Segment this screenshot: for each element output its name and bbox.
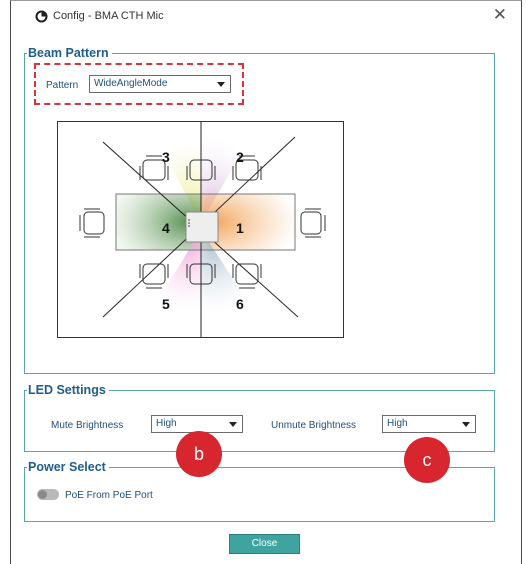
window-title: Config - BMA CTH Mic bbox=[53, 10, 164, 22]
beam-pattern-legend: Beam Pattern bbox=[28, 46, 109, 60]
annotation-badge-c: c bbox=[404, 437, 450, 483]
title-bar: Config - BMA CTH Mic ✕ bbox=[11, 1, 521, 27]
zone-label-3: 3 bbox=[162, 149, 170, 165]
unmute-brightness-label: Unmute Brightness bbox=[271, 420, 357, 431]
microphone-device bbox=[185, 211, 219, 243]
chevron-down-icon bbox=[229, 422, 237, 427]
poe-toggle[interactable] bbox=[37, 489, 59, 500]
mute-brightness-label: Mute Brightness bbox=[51, 420, 124, 431]
zone-label-6: 6 bbox=[236, 296, 244, 312]
unmute-brightness-select[interactable]: High bbox=[382, 415, 476, 433]
led-settings-legend: LED Settings bbox=[28, 383, 106, 397]
pattern-select[interactable]: WideAngleMode bbox=[89, 75, 231, 93]
zone-label-1: 1 bbox=[236, 220, 244, 236]
pattern-label: Pattern bbox=[46, 80, 79, 91]
chevron-down-icon bbox=[217, 82, 225, 87]
power-select-legend: Power Select bbox=[28, 460, 106, 474]
annotation-badge-b: b bbox=[176, 431, 222, 477]
beam-pattern-diagram: 3 2 4 1 5 6 bbox=[57, 121, 344, 338]
pattern-select-value: WideAngleMode bbox=[94, 78, 168, 89]
chevron-down-icon bbox=[462, 422, 470, 427]
zone-label-5: 5 bbox=[162, 296, 170, 312]
zone-label-4: 4 bbox=[162, 220, 170, 236]
close-icon[interactable]: ✕ bbox=[493, 6, 507, 24]
toggle-knob bbox=[38, 490, 47, 499]
close-button[interactable]: Close bbox=[229, 534, 300, 554]
app-icon bbox=[35, 10, 48, 23]
unmute-brightness-value: High bbox=[387, 418, 408, 429]
zone-label-2: 2 bbox=[236, 149, 244, 165]
mute-brightness-value: High bbox=[156, 418, 177, 429]
poe-label: PoE From PoE Port bbox=[65, 490, 153, 501]
